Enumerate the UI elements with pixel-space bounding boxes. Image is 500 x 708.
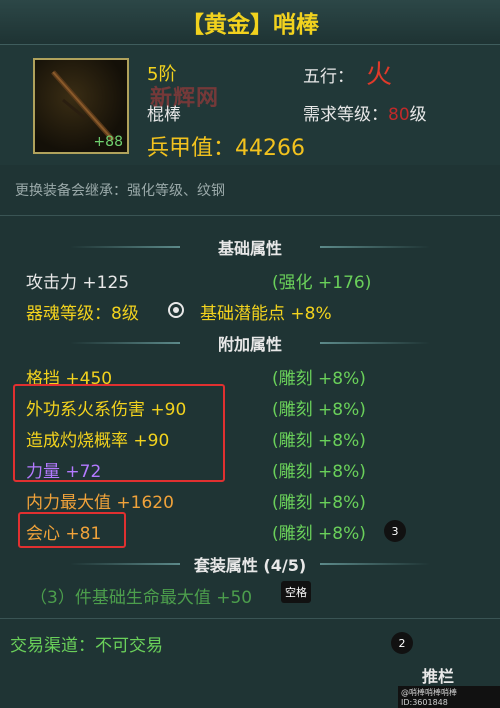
block-engrave: (雕刻 +8%) [272, 369, 366, 389]
highlight-box-crit [18, 512, 126, 548]
max-mana-stat: 内力最大值 +1620 [26, 493, 174, 513]
inherit-note: 更换装备会继承：强化等级、纹钢 [15, 183, 225, 199]
section-set-header: 套装属性 (4/5) [70, 551, 430, 577]
fire-damage-engrave: (雕刻 +8%) [272, 400, 366, 420]
fire-element-icon: 火 [366, 60, 393, 90]
footer-logo: 推栏 [422, 667, 455, 686]
enhance-level: +88 [93, 134, 123, 150]
soul-level: 器魂等级：8级 [26, 304, 139, 324]
max-mana-engrave: (雕刻 +8%) [272, 493, 366, 513]
radio-icon [168, 302, 184, 318]
level-label: 需求等级： [303, 105, 388, 125]
divider [0, 215, 500, 216]
attack-stat: 攻击力 +125 [26, 273, 130, 293]
armor-value: 兵甲值：44266 [147, 136, 305, 161]
footer-id: @哨棒哨棒哨棒 ID:3601848 [398, 686, 500, 708]
level-suffix: 级 [409, 105, 427, 125]
trade-channel: 交易渠道：不可交易 [10, 636, 163, 656]
section-basic-header: 基础属性 [70, 234, 430, 260]
item-title: 【黄金】哨棒 [0, 0, 500, 45]
marker-badge-2: 2 [391, 632, 413, 654]
burn-chance-engrave: (雕刻 +8%) [272, 431, 366, 451]
attack-bonus: (强化 +176) [272, 273, 372, 293]
divider [0, 618, 500, 619]
level-value: 80 [388, 105, 410, 125]
strength-engrave: (雕刻 +8%) [272, 462, 366, 482]
level-requirement: 需求等级：80级 [303, 100, 427, 125]
crit-engrave: (雕刻 +8%) [272, 524, 366, 544]
base-potential: 基础潜能点 +8% [200, 304, 332, 324]
space-key-chip: 空格 [281, 581, 311, 603]
item-icon-slot[interactable]: +88 [33, 58, 129, 154]
highlight-box-main [13, 384, 225, 482]
marker-badge-3: 3 [384, 520, 406, 542]
element-label: 五行： [303, 67, 354, 87]
section-extra-header: 附加属性 [70, 330, 430, 356]
set-bonus: （3）件基础生命最大值 +50 [30, 588, 253, 608]
item-type: 棍棒 [147, 105, 181, 125]
